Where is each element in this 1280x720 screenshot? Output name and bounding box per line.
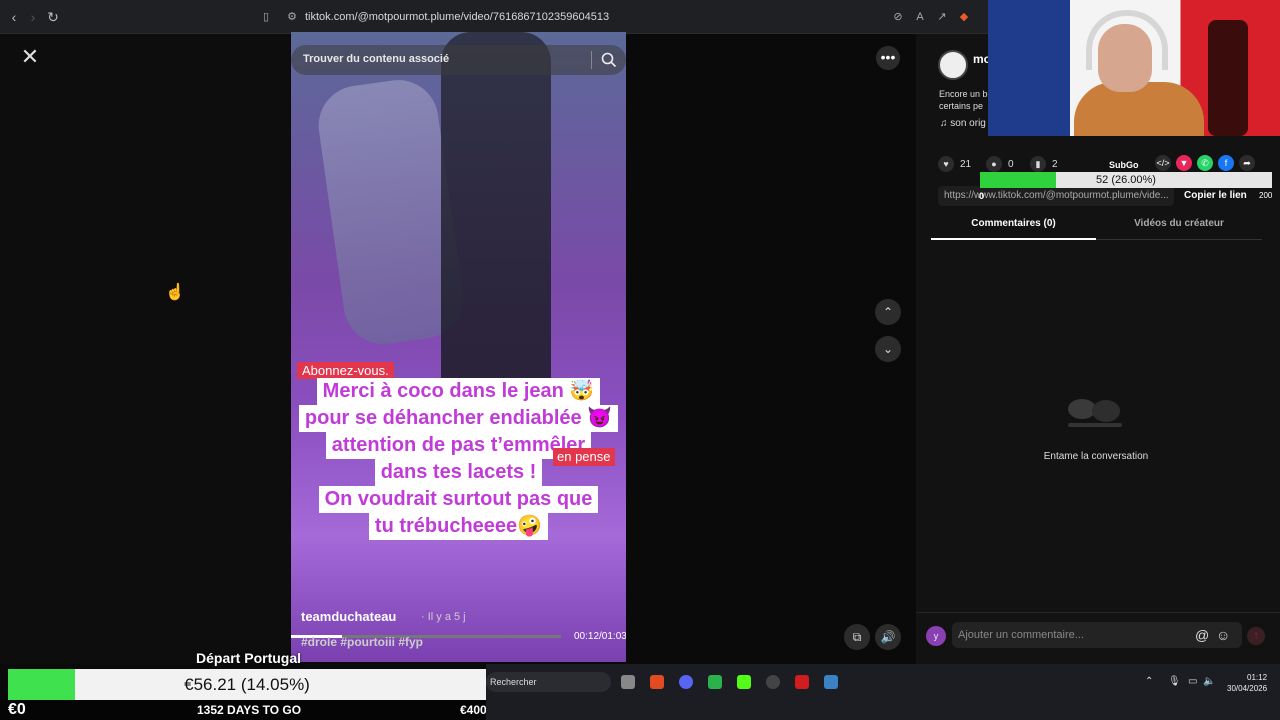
address-bar[interactable]: tiktok.com/@motpourmot.plume/video/76168… bbox=[305, 11, 609, 23]
clock-date[interactable]: 30/04/2026 bbox=[1227, 684, 1267, 693]
network-icon[interactable]: ▭ bbox=[1188, 676, 1197, 687]
volume-icon[interactable]: 🔊 bbox=[875, 624, 901, 650]
like-button[interactable]: ♥ 21 bbox=[938, 156, 971, 172]
kick-icon[interactable] bbox=[737, 675, 751, 689]
mention-icon[interactable]: @ bbox=[1195, 627, 1209, 643]
brave-icon[interactable] bbox=[650, 675, 664, 689]
video-author[interactable]: teamduchateau bbox=[301, 609, 396, 624]
save-count: 2 bbox=[1052, 159, 1058, 170]
embed-icon[interactable]: </> bbox=[1155, 155, 1171, 171]
spreadsheet-icon[interactable] bbox=[708, 675, 722, 689]
settings-icon[interactable] bbox=[766, 675, 780, 689]
video-figure bbox=[441, 32, 551, 392]
whatsapp-icon[interactable]: ✆ bbox=[1197, 155, 1213, 171]
caption-line: pour se déhancher endiablée 😈 bbox=[298, 405, 619, 432]
share-link[interactable]: https://www.tiktok.com/@motpourmot.plume… bbox=[944, 190, 1169, 201]
forward-button[interactable]: › bbox=[25, 9, 41, 25]
headset-icon bbox=[1086, 10, 1168, 70]
share-icon[interactable]: ➦ bbox=[1239, 155, 1255, 171]
search-divider bbox=[591, 51, 592, 69]
tray-chevron-icon[interactable]: ⌃ bbox=[1145, 676, 1153, 687]
close-button[interactable]: ✕ bbox=[18, 46, 42, 70]
video-player[interactable]: Trouver du contenu associé Abonnez-vous.… bbox=[291, 32, 626, 662]
empty-comments-text: Entame la conversation bbox=[1043, 451, 1149, 462]
stream-goal-amount: €56.21 (14.05%) bbox=[184, 675, 310, 694]
caption-line: On voudrait surtout pas que bbox=[318, 486, 599, 513]
comment-count: 0 bbox=[1008, 159, 1014, 170]
more-options-button[interactable]: ••• bbox=[876, 46, 900, 70]
emoji-icon[interactable]: ☺ bbox=[1216, 627, 1230, 643]
subgoal-min: 0 bbox=[979, 191, 985, 201]
music-link[interactable]: ♫ son orig bbox=[940, 118, 986, 129]
empty-conversation-icon bbox=[1068, 399, 1122, 427]
left-backdrop bbox=[0, 34, 290, 664]
next-video-button[interactable]: ⌄ bbox=[875, 336, 901, 362]
share-page-icon[interactable]: ↗ bbox=[934, 10, 950, 24]
description-line: certains pe bbox=[939, 101, 984, 111]
stream-goal-min: €0 bbox=[8, 701, 26, 718]
user-avatar: y bbox=[926, 626, 946, 646]
subgoal-label: SubGo bbox=[1109, 160, 1139, 170]
subgoal-text: 52 (26.00%) bbox=[1096, 174, 1156, 186]
caption-line: tu trébucheeee🤪 bbox=[368, 513, 549, 540]
copy-link-button[interactable]: Copier le lien bbox=[1184, 190, 1247, 201]
description-line: Encore un b bbox=[939, 89, 988, 99]
bookmark-icon[interactable]: ▯ bbox=[258, 10, 274, 24]
subgoal-max: 200 bbox=[1259, 191, 1273, 200]
search-icon[interactable] bbox=[600, 51, 618, 69]
discord-icon[interactable] bbox=[679, 675, 693, 689]
mouse-cursor-icon: ☝ bbox=[165, 284, 185, 301]
webcam-overlay bbox=[988, 0, 1280, 136]
webcam-person-body bbox=[1074, 82, 1204, 136]
clock-time[interactable]: 01:12 bbox=[1247, 673, 1267, 682]
comment-button[interactable]: ● 0 bbox=[986, 156, 1014, 172]
stream-goal-title: Départ Portugal bbox=[196, 650, 302, 666]
follow-banner: Abonnez-vous. bbox=[297, 362, 394, 379]
picture-in-picture-icon[interactable]: ⧉ bbox=[844, 624, 870, 650]
translate-icon[interactable]: A bbox=[912, 10, 928, 24]
video-hashtags[interactable]: #drole #pourtoiii #fyp bbox=[301, 635, 423, 649]
youtube-icon[interactable] bbox=[795, 675, 809, 689]
block-icon[interactable]: ⊘ bbox=[890, 10, 906, 24]
save-button[interactable]: ▮ 2 bbox=[1030, 156, 1058, 172]
send-button[interactable]: ↑ bbox=[1247, 627, 1265, 645]
like-count: 21 bbox=[960, 159, 972, 170]
layers-icon[interactable] bbox=[824, 675, 838, 689]
taskbar-search-label: Rechercher bbox=[490, 677, 537, 687]
stream-goal-max: €400 bbox=[460, 703, 487, 717]
video-time: 00:12/01:03 bbox=[574, 631, 626, 642]
bookmark-icon: ▮ bbox=[1030, 156, 1046, 172]
search-placeholder: Trouver du contenu associé bbox=[303, 53, 450, 65]
tab-comments[interactable]: Commentaires (0) bbox=[931, 218, 1096, 240]
video-age: · Il y a 5 j bbox=[421, 611, 466, 623]
caption-line: Merci à coco dans le jean 🤯 bbox=[316, 378, 601, 405]
back-button[interactable]: ‹ bbox=[6, 9, 22, 25]
repost-icon[interactable]: ▼ bbox=[1176, 155, 1192, 171]
brave-shield-icon[interactable]: ◆ bbox=[956, 10, 972, 24]
facebook-icon[interactable]: f bbox=[1218, 155, 1234, 171]
site-info-icon[interactable]: ⚙ bbox=[284, 10, 300, 24]
previous-video-button[interactable]: ⌃ bbox=[875, 299, 901, 325]
task-view-icon[interactable] bbox=[621, 675, 635, 689]
side-tag: en pense bbox=[553, 448, 615, 466]
stream-goal-days: 1352 DAYS TO GO bbox=[197, 703, 302, 717]
microphone-icon[interactable]: 🎙 bbox=[1168, 676, 1181, 687]
webcam-chair bbox=[1208, 20, 1248, 136]
avatar[interactable] bbox=[938, 50, 968, 80]
reload-button[interactable]: ↻ bbox=[45, 9, 61, 25]
comment-icon: ● bbox=[986, 156, 1002, 172]
tab-creator-videos[interactable]: Vidéos du créateur bbox=[1096, 218, 1262, 240]
heart-icon: ♥ bbox=[938, 156, 954, 172]
related-search-box[interactable]: Trouver du contenu associé bbox=[291, 45, 626, 75]
speaker-icon[interactable]: 🔈 bbox=[1203, 676, 1215, 687]
caption-line: attention de pas t’emmêler bbox=[325, 432, 592, 459]
caption-line: dans tes lacets ! bbox=[374, 459, 543, 486]
